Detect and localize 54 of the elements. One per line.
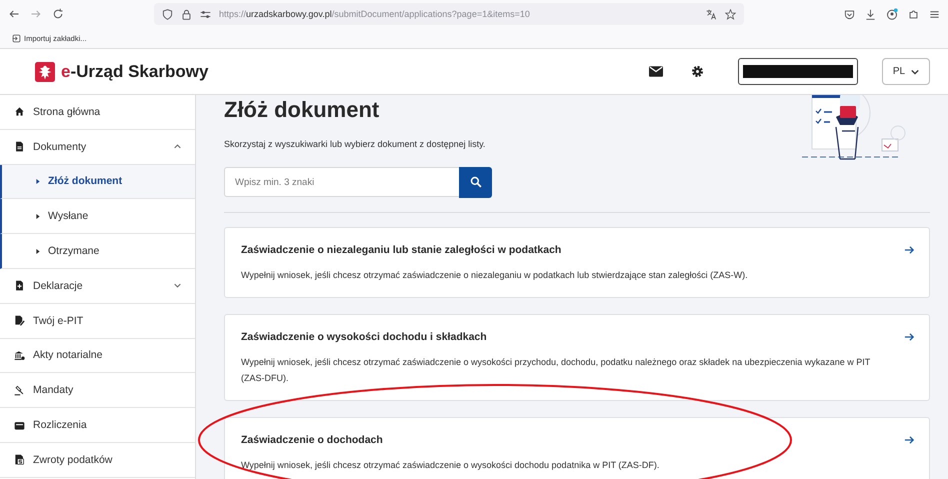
forward-icon: [30, 8, 42, 20]
download-icon: [865, 8, 876, 20]
intro-text: Skorzystaj z wyszukiwarki lub wybierz dokument z dostępnej listy.: [224, 139, 486, 149]
card-title: Zaświadczenie o wysokości dochodu i składkach: [241, 330, 488, 342]
document-icon: [14, 141, 25, 152]
menu-icon: [929, 8, 940, 20]
refund-document-icon: [14, 454, 25, 466]
card-title: Zaświadczenie o niezaleganiu lub stanie zaległości w podatkach: [241, 244, 562, 256]
account-icon: [886, 8, 898, 20]
document-pen-icon: [14, 315, 25, 326]
site-logo-text: e-Urząd Skarbowy: [61, 62, 208, 82]
page-title: Złóż dokument: [224, 96, 380, 123]
card-description: Wypełnij wniosek, jeśli chcesz otrzymać zaświadczenie o wysokości dochodu podatnika w PIT (ZAS-DF).: [241, 458, 660, 472]
document-card[interactable]: [224, 314, 930, 400]
import-icon: [12, 34, 21, 42]
account-field[interactable]: [738, 58, 858, 85]
arrow-right-icon[interactable]: [904, 330, 915, 342]
sidebar-subitem[interactable]: Otrzymane: [0, 234, 195, 269]
arrow-right-icon[interactable]: [904, 434, 915, 446]
search-field[interactable]: Wpisz min. 3 znaki: [224, 167, 459, 197]
wallet-icon: [14, 420, 25, 431]
bullet-icon: [36, 178, 40, 184]
settings-icon[interactable]: [691, 65, 704, 78]
url-text: https://urzadskarbowy.gov.pl/submitDocument/applications?page=1&items=10: [219, 9, 531, 19]
card-description: Wypełnij wniosek, jeśli chcesz otrzymać zaświadczenie o niezaleganiu w podatkach lub stwierdzające stan zaległości (ZAS-W).: [241, 268, 749, 282]
bank-icon: [14, 350, 25, 361]
address-bar[interactable]: https://urzadskarbowy.gov.pl/submitDocument/applications?page=1&items=10: [154, 3, 744, 25]
puzzle-icon: [908, 8, 919, 20]
translate-icon: [706, 8, 717, 20]
arrow-right-icon[interactable]: [904, 244, 915, 256]
sidebar-subitem[interactable]: Wysłane: [0, 199, 195, 234]
bullet-icon: [36, 248, 40, 254]
shield-icon: [162, 8, 173, 20]
language-select[interactable]: PL: [882, 58, 930, 85]
eagle-emblem-icon: [35, 62, 55, 82]
card-title: Zaświadczenie o dochodach: [241, 434, 384, 446]
document-card[interactable]: Zaświadczenie o dochodach Wypełnij wniosek, jeśli chcesz otrzymać zaświadczenie o wysokości dochodu podatnika w PIT (ZAS-DF).: [224, 416, 930, 479]
mail-icon[interactable]: [649, 66, 663, 77]
back-icon: [8, 8, 20, 20]
bullet-icon: [36, 214, 40, 219]
sidebar-subitem[interactable]: Złóż dokument: [0, 164, 195, 200]
lock-icon: [181, 8, 192, 20]
reload-icon: [52, 8, 64, 20]
document-plus-icon: [14, 280, 25, 292]
chevron-down-icon: [911, 68, 920, 74]
pocket-icon: [844, 8, 855, 20]
star-icon: [725, 8, 736, 20]
search-button[interactable]: [459, 166, 492, 198]
home-icon: [14, 106, 25, 118]
sliders-icon: [200, 8, 211, 20]
gavel-icon: [14, 384, 25, 396]
document-card[interactable]: Zaświadczenie o niezaleganiu lub stanie zaległości w podatkach Wypełnij wniosek, jeśli chcesz otrzymać zaświadczenie o niezaleganiu w podatkach lub stwierdzające stan zaległości (ZAS-W).: [224, 226, 930, 298]
search-icon: [470, 176, 482, 188]
card-description: Wypełnij wniosek, jeśli chcesz otrzymać zaświadczenie o wysokości przychodu, dochodu, podatku należnego oraz składek na ubezpieczenia wykazane w PIT (ZAS-DFU).: [241, 356, 872, 385]
